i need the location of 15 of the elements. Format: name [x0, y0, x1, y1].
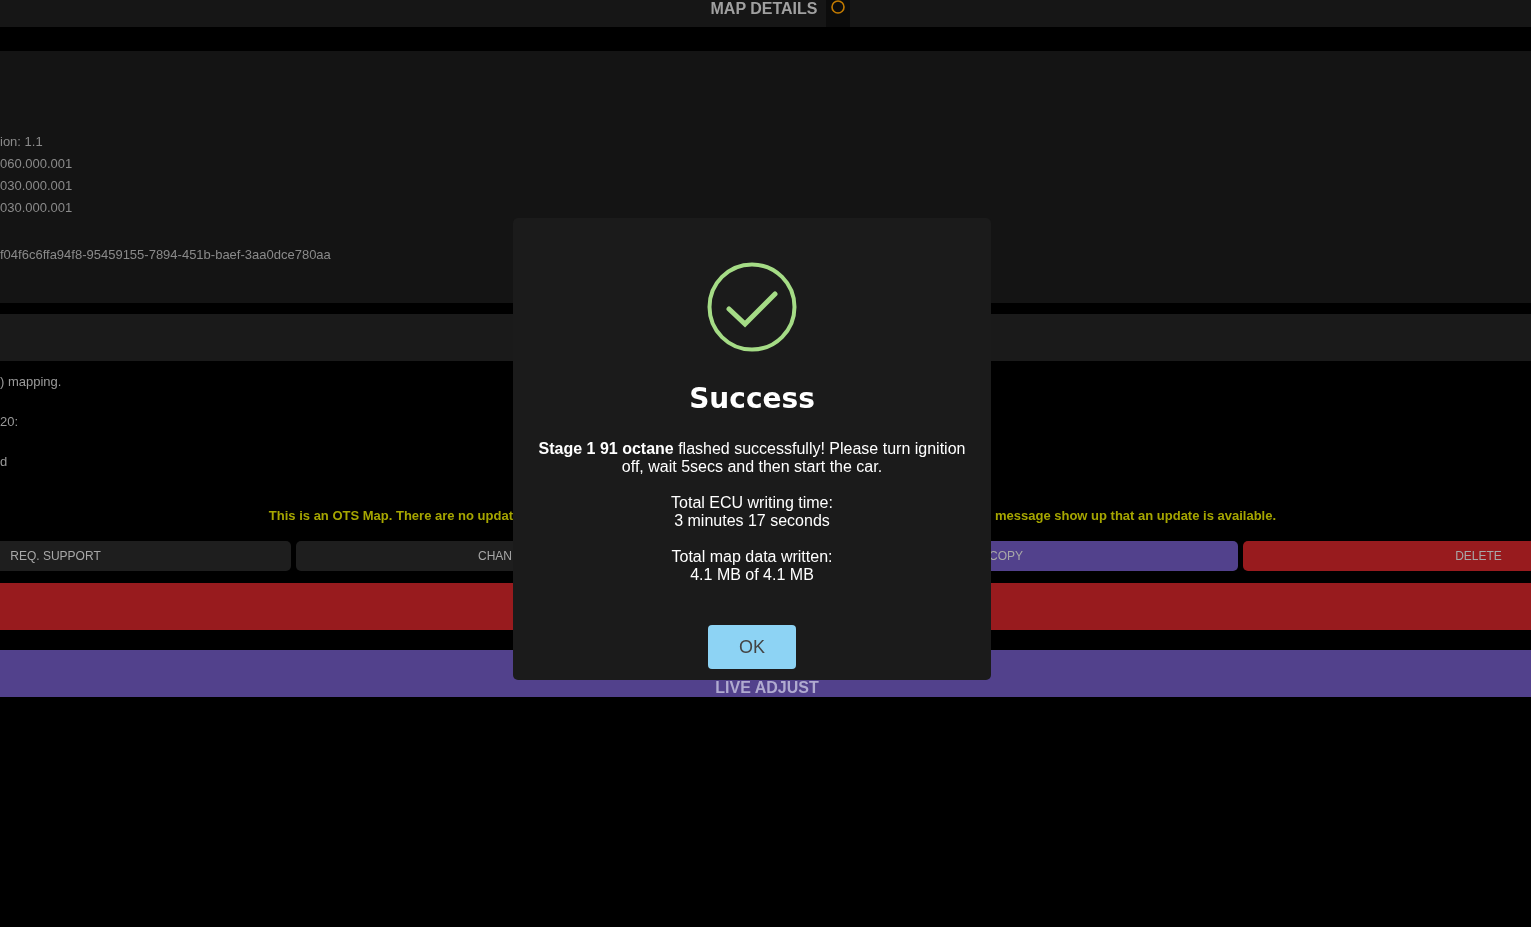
- detail-text: 060.000.001: [0, 155, 73, 173]
- map-id-text: f04f6c6ffa94f8-95459155-7894-451b-baef-3aa0dce780aa: [0, 246, 331, 264]
- detail-text: 030.000.001: [0, 199, 73, 217]
- page-title: MAP DETAILS: [710, 0, 818, 17]
- detail-text: ion: 1.1: [0, 133, 43, 151]
- notice-text: This is an OTS Map. There are no updat: [267, 508, 513, 524]
- dialog-message: Stage 1 91 octane flashed successfully! Please turn ignition off, wait 5secs and then start the car.: [537, 440, 967, 476]
- dialog-title: Success: [689, 382, 815, 416]
- note-text: ) mapping.: [0, 373, 62, 391]
- detail-text: 030.000.001: [0, 177, 73, 195]
- stat-label: Total ECU writing time:: [671, 494, 833, 512]
- note-text: d: [0, 453, 8, 471]
- note-text: 20:: [0, 413, 19, 431]
- notice-text: message show up that an update is available.: [995, 508, 1277, 524]
- stat-value: 3 minutes 17 seconds: [674, 512, 830, 530]
